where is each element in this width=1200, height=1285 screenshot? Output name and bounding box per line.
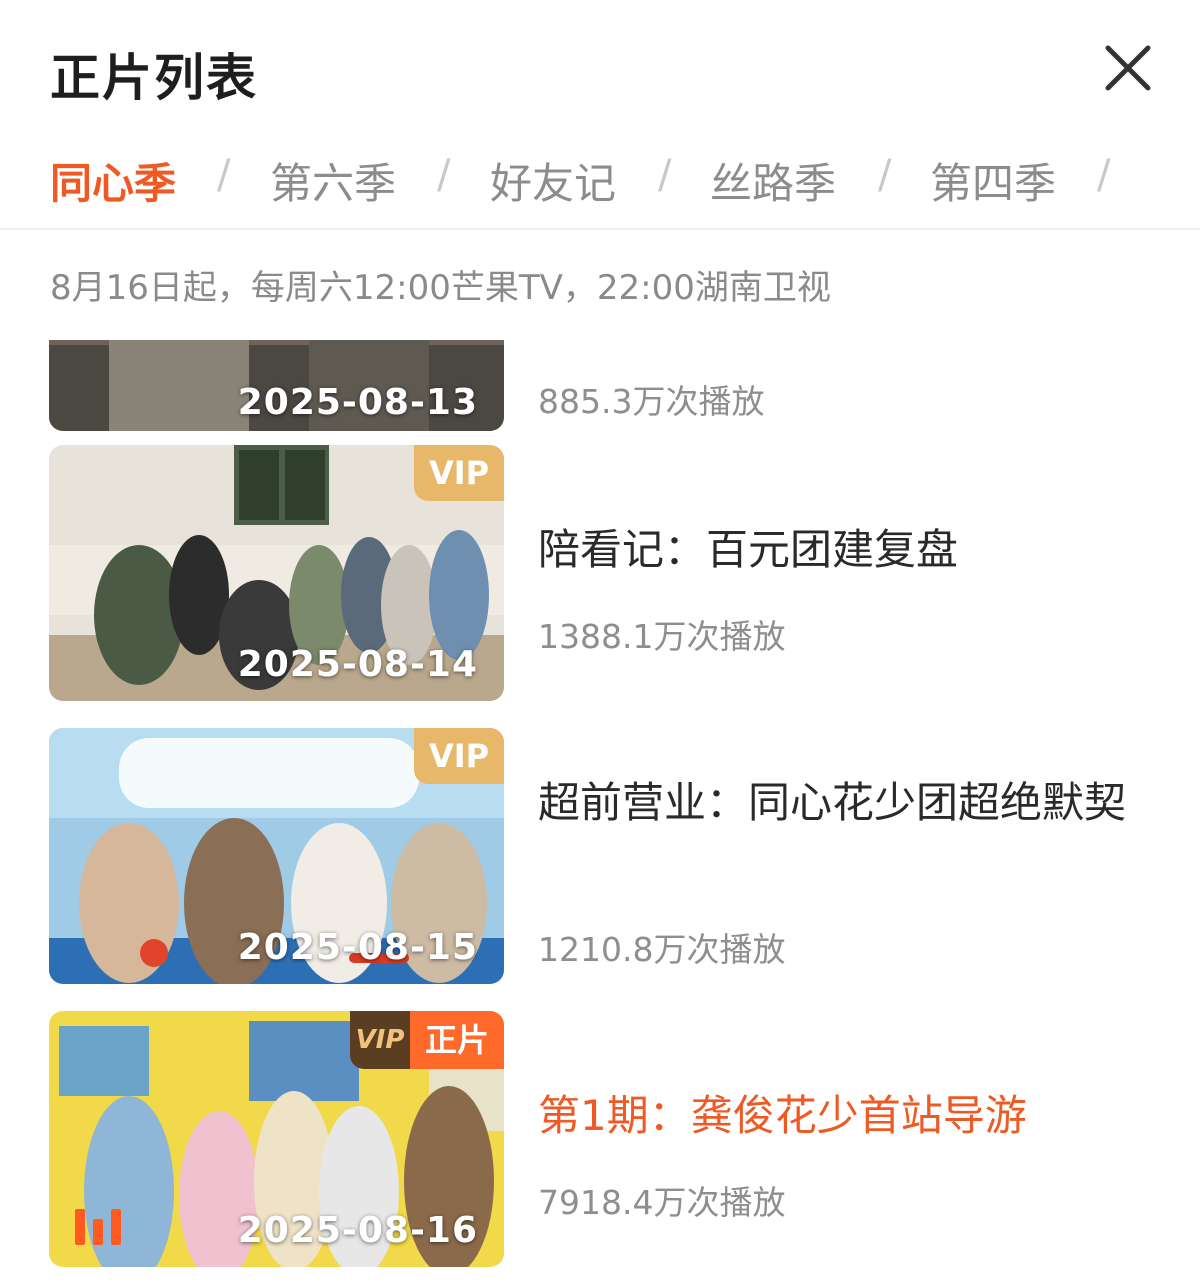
view-count: 1210.8万次播放 bbox=[538, 930, 786, 969]
tab-season-6[interactable]: 第六季 bbox=[270, 150, 396, 211]
episode-date: 2025-08-13 bbox=[237, 382, 478, 423]
episode-title[interactable]: 陪看记：百元团建复盘 bbox=[538, 520, 1158, 580]
tab-separator: / bbox=[878, 152, 892, 198]
page-title: 正片列表 bbox=[50, 49, 258, 107]
close-button[interactable] bbox=[1098, 38, 1158, 98]
tab-separator: / bbox=[1097, 152, 1111, 198]
tab-season-4[interactable]: 第四季 bbox=[930, 150, 1056, 211]
episode-date: 2025-08-15 bbox=[237, 927, 478, 968]
badge-group: VIP 正片 bbox=[350, 1011, 504, 1069]
vip-badge: VIP bbox=[414, 728, 504, 784]
view-count: 7918.4万次播放 bbox=[538, 1183, 786, 1222]
episode-thumbnail[interactable]: 2025-08-13 bbox=[49, 340, 504, 431]
view-count: 885.3万次播放 bbox=[538, 382, 765, 421]
view-count: 1388.1万次播放 bbox=[538, 617, 786, 656]
tab-silu[interactable]: 丝路季 bbox=[710, 150, 836, 211]
divider bbox=[0, 228, 1200, 230]
vip-badge: VIP bbox=[414, 445, 504, 501]
playing-icon bbox=[75, 1209, 121, 1245]
tab-separator: / bbox=[217, 152, 231, 198]
tab-haoyouji[interactable]: 好友记 bbox=[490, 150, 616, 211]
close-icon bbox=[1105, 45, 1151, 91]
episode-title[interactable]: 第1期：龚俊花少首站导游 bbox=[538, 1086, 1158, 1146]
schedule-text: 8月16日起，每周六12:00芒果TV，22:00湖南卫视 bbox=[50, 268, 831, 308]
header: 正片列表 bbox=[0, 0, 1200, 130]
vip-badge: VIP bbox=[350, 1011, 410, 1069]
tab-separator: / bbox=[437, 152, 451, 198]
episode-thumbnail[interactable]: VIP 2025-08-15 bbox=[49, 728, 504, 984]
episode-title[interactable]: 超前营业：同心花少团超绝默契 bbox=[538, 773, 1158, 833]
episode-date: 2025-08-14 bbox=[237, 644, 478, 685]
episode-thumbnail[interactable]: VIP 2025-08-14 bbox=[49, 445, 504, 701]
episode-thumbnail[interactable]: VIP 正片 2025-08-16 bbox=[49, 1011, 504, 1267]
tab-separator: / bbox=[658, 152, 672, 198]
episode-date: 2025-08-16 bbox=[237, 1210, 478, 1251]
tab-tongxin[interactable]: 同心季 bbox=[50, 150, 176, 211]
episode-list: 2025-08-13 885.3万次播放 VIP 2025-08-14 陪看记：… bbox=[0, 340, 1200, 1285]
season-tabs: 同心季 / 第六季 / 好友记 / 丝路季 / 第四季 / bbox=[0, 140, 1200, 220]
zhengpian-badge: 正片 bbox=[410, 1011, 504, 1069]
